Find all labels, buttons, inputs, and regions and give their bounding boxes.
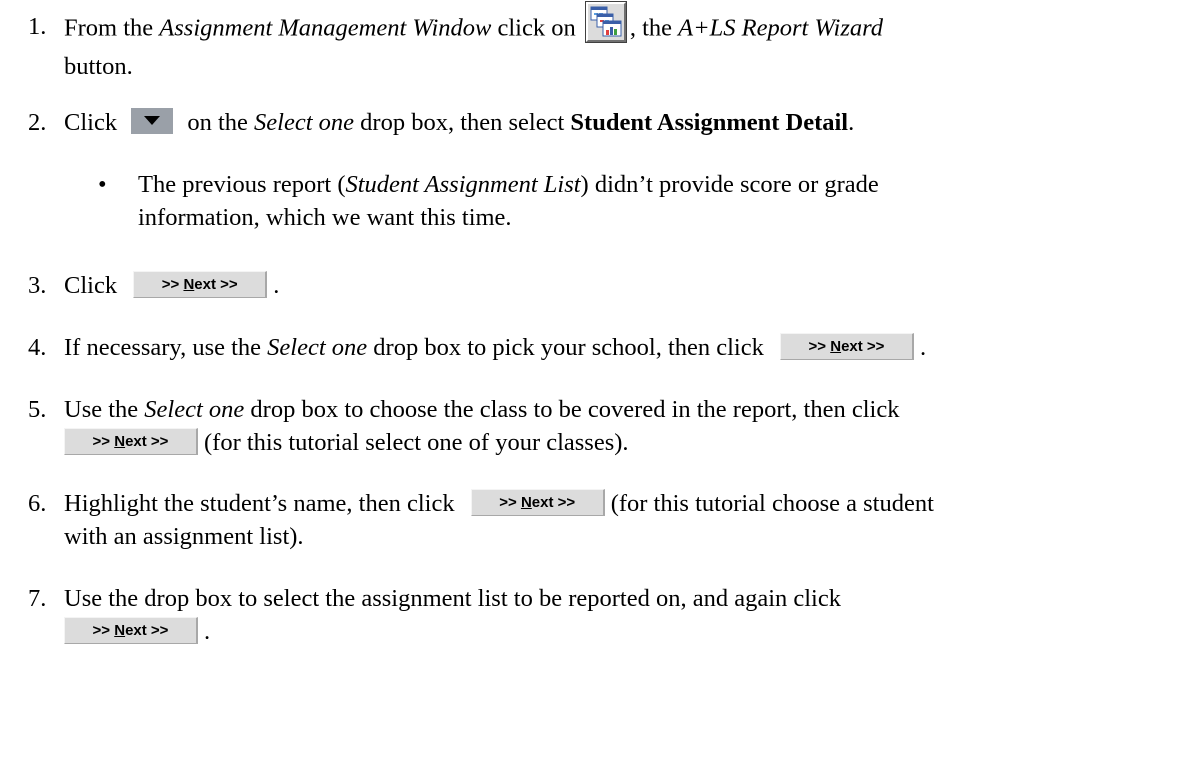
next-button[interactable]: >> Next >> [64, 616, 198, 644]
step-number: 2. [28, 109, 47, 136]
report-wizard-button[interactable] [584, 1, 627, 43]
next-button[interactable]: >> Next >> [470, 488, 605, 516]
next-button[interactable]: >> Next >> [780, 332, 914, 360]
next-button[interactable]: >> Next >> [133, 270, 268, 298]
step-number: 6. [28, 490, 47, 517]
step-number: 3. [28, 272, 47, 299]
select-one-dropdown-button[interactable] [131, 108, 174, 135]
next-button[interactable]: >> Next >> [64, 427, 198, 455]
step-number: 5. [28, 396, 47, 423]
report-wizard-icon [590, 6, 622, 37]
step-number: 7. [28, 585, 47, 612]
step-number: 1. [28, 13, 47, 40]
dropdown-arrow-icon [144, 116, 161, 126]
step-number: 4. [28, 334, 47, 361]
bullet-symbol: • [98, 171, 107, 198]
